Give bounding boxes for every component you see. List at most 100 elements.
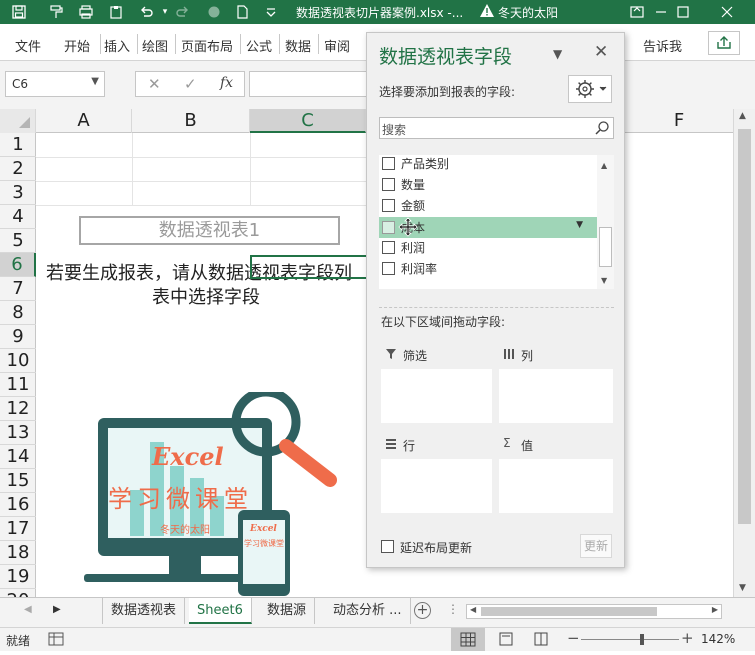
insert-function-icon[interactable]: fx [220, 75, 233, 91]
row-header-13[interactable]: 13 [0, 421, 36, 445]
tab-formulas[interactable]: 公式 [246, 36, 272, 55]
rows-drop-area[interactable] [381, 459, 492, 513]
macro-record-icon[interactable] [48, 632, 64, 650]
sheet-tab-data-source[interactable]: 数据源 [259, 598, 316, 624]
print-preview-icon[interactable] [77, 3, 95, 21]
redo-icon[interactable] [174, 3, 192, 21]
row-header-9[interactable]: 9 [0, 325, 36, 349]
field-item-quantity[interactable]: 数量 [379, 174, 597, 195]
cancel-icon[interactable]: ✕ [148, 75, 161, 93]
defer-update-label[interactable]: 延迟布局更新 [400, 539, 472, 556]
row-header-19[interactable]: 19 [0, 565, 36, 589]
field-list-scroll-thumb[interactable] [599, 227, 612, 267]
hscroll-right-icon[interactable]: ▶ [712, 605, 718, 614]
formula-input[interactable] [249, 71, 369, 97]
filter-drop-area[interactable] [381, 369, 492, 423]
column-header-c[interactable]: C [250, 109, 366, 133]
row-header-10[interactable]: 10 [0, 349, 36, 373]
scroll-up-icon[interactable]: ▲ [739, 111, 746, 121]
name-box[interactable]: C6 ▼ [5, 71, 105, 97]
scroll-up-icon[interactable]: ▲ [601, 161, 607, 170]
row-header-16[interactable]: 16 [0, 493, 36, 517]
zoom-level[interactable]: 142% [701, 632, 735, 646]
selected-cell-c6[interactable] [250, 255, 366, 279]
row-header-17[interactable]: 17 [0, 517, 36, 541]
field-checkbox[interactable] [382, 157, 395, 170]
tab-file[interactable]: 文件 [15, 36, 41, 55]
close-pane-icon[interactable]: ✕ [594, 42, 608, 62]
tab-data[interactable]: 数据 [285, 36, 311, 55]
field-search-input[interactable]: 搜索 [379, 117, 614, 139]
tab-scroll-left-icon[interactable]: ◀ [24, 604, 32, 615]
document-icon[interactable] [233, 3, 251, 21]
hscroll-thumb[interactable] [481, 607, 657, 616]
clipboard-icon[interactable] [107, 3, 125, 21]
zoom-out-icon[interactable]: − [567, 629, 580, 647]
row-header-6[interactable]: 6 [0, 253, 36, 277]
field-checkbox[interactable] [382, 221, 395, 234]
close-window-icon[interactable] [705, 0, 749, 24]
column-header-b[interactable]: B [132, 109, 250, 133]
field-checkbox[interactable] [382, 262, 395, 275]
field-dropdown-icon[interactable]: ▼ [576, 220, 583, 230]
sheet-tab-dynamic-analysis[interactable]: 动态分析 ... [325, 598, 411, 624]
share-button[interactable] [708, 31, 740, 55]
field-checkbox[interactable] [382, 199, 395, 212]
user-name[interactable]: 冬天的太阳 [498, 4, 558, 21]
row-header-7[interactable]: 7 [0, 277, 36, 301]
tab-home[interactable]: 开始 [64, 36, 90, 55]
enter-icon[interactable]: ✓ [184, 75, 197, 93]
hscroll-left-icon[interactable]: ◀ [470, 605, 476, 614]
field-item-profit-rate[interactable]: 利润率 [379, 258, 597, 279]
field-list-settings-button[interactable] [568, 75, 612, 103]
row-header-18[interactable]: 18 [0, 541, 36, 565]
undo-icon[interactable] [137, 3, 155, 21]
search-icon[interactable] [594, 120, 610, 140]
field-checkbox[interactable] [382, 178, 395, 191]
tell-me-search[interactable]: 告诉我 [643, 36, 682, 55]
customize-quick-access-icon[interactable] [262, 3, 280, 21]
record-icon[interactable] [205, 3, 223, 21]
field-list-scrollbar[interactable]: ▲ ▼ [597, 155, 614, 289]
row-header-15[interactable]: 15 [0, 469, 36, 493]
more-options-icon[interactable]: ⋮ [447, 602, 459, 616]
row-header-11[interactable]: 11 [0, 373, 36, 397]
normal-view-icon[interactable] [451, 628, 485, 651]
tab-draw[interactable]: 绘图 [142, 36, 168, 55]
select-all-corner[interactable] [0, 109, 36, 133]
tab-page-layout[interactable]: 页面布局 [181, 36, 233, 55]
zoom-slider-thumb[interactable] [640, 634, 644, 645]
row-header-12[interactable]: 12 [0, 397, 36, 421]
zoom-slider[interactable] [581, 639, 679, 640]
row-header-1[interactable]: 1 [0, 133, 36, 157]
field-item-amount[interactable]: 金额 [379, 195, 597, 216]
tab-scroll-right-icon[interactable]: ▶ [53, 604, 61, 615]
tab-review[interactable]: 审阅 [324, 36, 350, 55]
row-header-2[interactable]: 2 [0, 157, 36, 181]
row-header-3[interactable]: 3 [0, 181, 36, 205]
page-break-view-icon[interactable] [533, 632, 549, 650]
defer-update-checkbox[interactable] [381, 540, 394, 553]
field-item-category[interactable]: 产品类别 [379, 153, 597, 174]
save-icon[interactable] [10, 3, 28, 21]
column-header-a[interactable]: A [36, 109, 132, 133]
horizontal-scrollbar[interactable]: ◀ ▶ [466, 604, 722, 619]
row-header-8[interactable]: 8 [0, 301, 36, 325]
scroll-down-icon[interactable]: ▼ [601, 276, 607, 285]
add-sheet-icon[interactable]: + [414, 602, 431, 619]
pivot-table-placeholder[interactable]: 数据透视表1 [79, 216, 340, 245]
row-header-5[interactable]: 5 [0, 229, 36, 253]
scroll-down-icon[interactable]: ▼ [739, 583, 746, 593]
undo-dropdown-icon[interactable]: ▾ [156, 3, 174, 21]
columns-drop-area[interactable] [499, 369, 613, 423]
chevron-down-icon[interactable]: ▼ [91, 76, 99, 87]
page-layout-view-icon[interactable] [498, 632, 514, 650]
row-header-4[interactable]: 4 [0, 205, 36, 229]
field-checkbox[interactable] [382, 241, 395, 254]
row-header-20[interactable]: 20 [0, 589, 36, 597]
values-drop-area[interactable] [499, 459, 613, 513]
format-painter-icon[interactable] [47, 3, 65, 21]
maximize-icon[interactable] [661, 0, 705, 24]
pane-options-chevron-icon[interactable]: ▼ [553, 47, 562, 61]
row-header-14[interactable]: 14 [0, 445, 36, 469]
